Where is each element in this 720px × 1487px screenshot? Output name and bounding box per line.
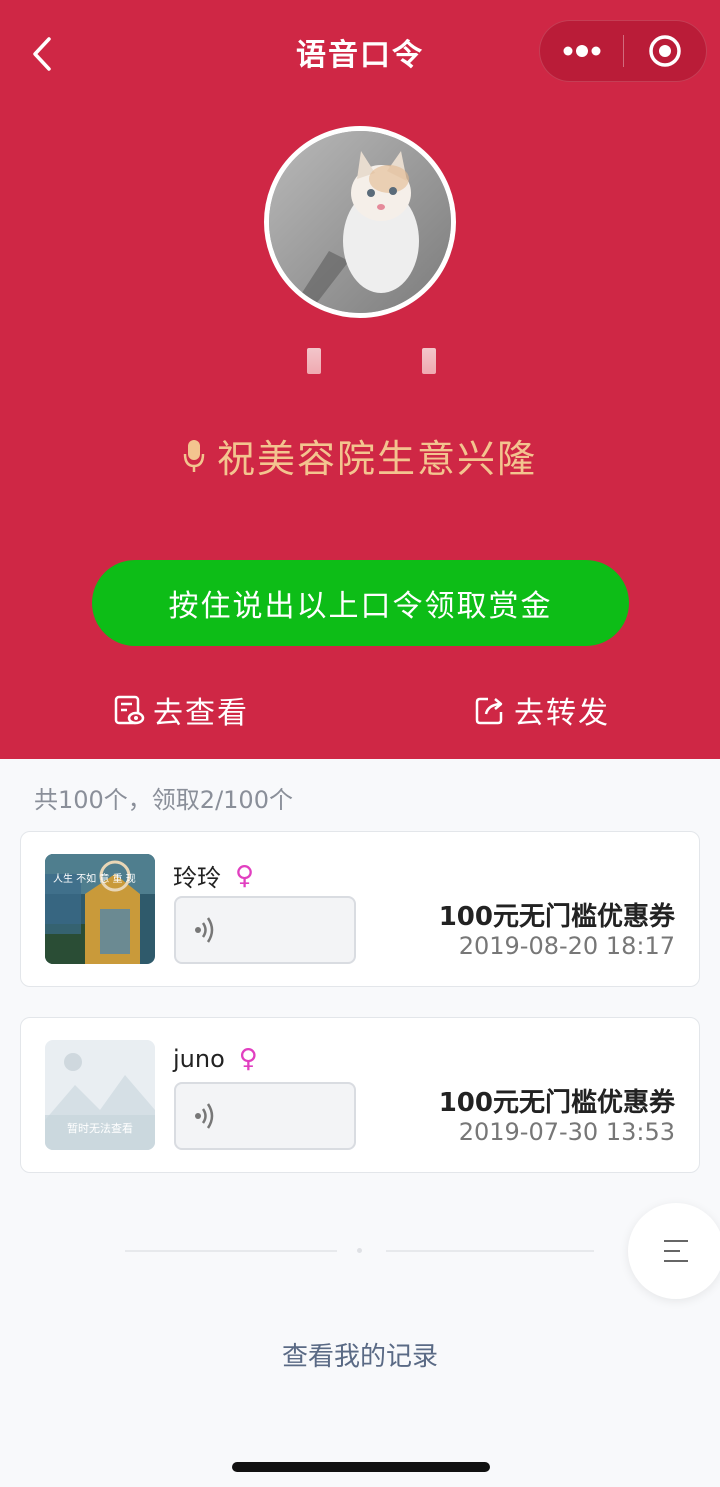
share-icon: [475, 697, 503, 725]
view-button[interactable]: 去查看: [113, 688, 249, 732]
kitten-photo: [269, 131, 451, 313]
my-records-link[interactable]: 查看我的记录: [0, 1336, 720, 1373]
avatar: [264, 126, 456, 318]
claim-time: 2019-08-20 18:17: [458, 932, 675, 960]
document-eye-icon: [114, 695, 145, 725]
user-thumbnail: 暂时无法查看: [45, 1040, 155, 1150]
share-label: 去转发: [514, 696, 610, 731]
end-divider-dot: [357, 1248, 362, 1253]
sound-wave-icon: [195, 917, 214, 943]
sound-wave-icon: [195, 1103, 214, 1129]
prize-label: 100元无门槛优惠券: [438, 1088, 675, 1118]
thumb-text: 人生 不如 意 重 现: [53, 872, 136, 885]
more-dots-icon: [563, 45, 600, 57]
hold-to-speak-button[interactable]: 按住说出以上口令领取赏金: [92, 560, 629, 646]
voice-phrase: 祝美容院生意兴隆: [0, 428, 720, 483]
prize-label: 100元无门槛优惠券: [438, 902, 675, 932]
user-name: juno: [173, 1045, 225, 1073]
list-item[interactable]: 暂时无法查看 juno ♀ 100元无门槛优惠券 2019-07-30 13:5…: [20, 1017, 700, 1173]
nickname-redacted-right: [422, 348, 436, 374]
target-circle-icon: [649, 35, 681, 67]
home-indicator: [232, 1462, 490, 1472]
more-button[interactable]: [540, 20, 623, 82]
share-button[interactable]: 去转发: [474, 688, 610, 732]
floating-menu-button[interactable]: [628, 1203, 720, 1299]
hold-to-speak-label: 按住说出以上口令领取赏金: [168, 589, 553, 624]
mini-program-capsule: [539, 20, 707, 82]
user-name: 玲玲: [173, 864, 221, 892]
list-item[interactable]: 人生 不如 意 重 现 玲玲 ♀ 100元无门槛优惠券 2019-08-20 1…: [20, 831, 700, 987]
nickname-redacted-left: [307, 348, 321, 374]
voice-message-button[interactable]: [174, 896, 356, 964]
thumb-text: 暂时无法查看: [67, 1121, 133, 1135]
end-divider-left: [125, 1250, 337, 1252]
user-thumbnail: 人生 不如 意 重 现: [45, 854, 155, 964]
female-icon: ♀: [235, 860, 255, 891]
user-name-row: juno ♀: [173, 1044, 258, 1074]
voice-message-button[interactable]: [174, 1082, 356, 1150]
user-name-row: 玲玲 ♀: [173, 858, 254, 893]
claim-time: 2019-07-30 13:53: [458, 1118, 675, 1146]
claim-summary: 共100个，领取2/100个: [34, 786, 293, 814]
menu-lines-icon: [664, 1240, 688, 1262]
microphone-icon: [183, 438, 205, 474]
end-divider-right: [386, 1250, 594, 1252]
view-label: 去查看: [153, 696, 249, 731]
phrase-text: 祝美容院生意兴隆: [216, 437, 537, 481]
close-button[interactable]: [624, 20, 706, 82]
female-icon: ♀: [238, 1044, 258, 1074]
